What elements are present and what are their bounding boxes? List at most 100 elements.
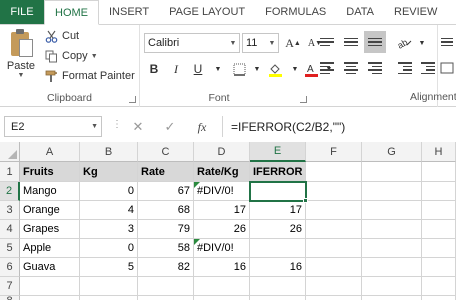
row-header-3[interactable]: 3 xyxy=(0,201,20,220)
merge-center-button[interactable] xyxy=(436,57,456,79)
select-all-button[interactable] xyxy=(0,142,20,162)
cell-e3[interactable]: 17 xyxy=(250,201,306,220)
chevron-down-icon[interactable]: ▼ xyxy=(208,59,228,79)
cell-b6[interactable]: 5 xyxy=(80,258,138,277)
row-header-8[interactable]: 8 xyxy=(0,295,20,300)
chevron-down-icon[interactable]: ▼ xyxy=(227,34,239,52)
cell-c5[interactable]: 58 xyxy=(138,239,194,258)
cell-h8[interactable] xyxy=(422,296,456,300)
chevron-down-icon[interactable]: ▼ xyxy=(91,53,98,60)
dialog-launcher-icon[interactable] xyxy=(129,96,136,103)
column-header-d[interactable]: D xyxy=(194,142,250,162)
tab-insert[interactable]: INSERT xyxy=(99,0,159,24)
cancel-button[interactable]: ✕ xyxy=(128,117,148,137)
font-family-select[interactable]: Calibri ▼ xyxy=(144,33,240,53)
cell-b1[interactable]: Kg xyxy=(80,162,138,182)
row-header-4[interactable]: 4 xyxy=(0,220,20,239)
cell-d6[interactable]: 16 xyxy=(194,258,250,277)
name-box[interactable]: E2 ▼ xyxy=(4,116,102,137)
cell-f4[interactable] xyxy=(306,220,362,239)
tab-file[interactable]: FILE xyxy=(0,0,44,24)
cell-d2[interactable]: #DIV/0! xyxy=(194,182,250,201)
row-header-5[interactable]: 5 xyxy=(0,239,20,258)
cell-f2[interactable] xyxy=(306,182,362,201)
cell-e8[interactable] xyxy=(250,296,306,300)
cell-a1[interactable]: Fruits xyxy=(20,162,80,182)
cell-e7[interactable] xyxy=(250,277,306,296)
chevron-down-icon[interactable]: ▼ xyxy=(412,33,432,53)
tab-formulas[interactable]: FORMULAS xyxy=(255,0,336,24)
chevron-down-icon[interactable]: ▼ xyxy=(91,123,98,130)
align-right-button[interactable] xyxy=(364,57,386,79)
column-header-g[interactable]: G xyxy=(362,142,422,162)
column-header-h[interactable]: H xyxy=(422,142,456,162)
paste-button[interactable]: Paste ▼ xyxy=(4,28,38,84)
cell-e1[interactable]: IFERROR xyxy=(250,162,306,182)
format-painter-button[interactable]: Format Painter xyxy=(44,67,135,85)
decrease-indent-button[interactable] xyxy=(394,57,416,79)
copy-button[interactable]: Copy ▼ xyxy=(44,47,98,65)
cell-f3[interactable] xyxy=(306,201,362,220)
cell-d5[interactable]: #DIV/0! xyxy=(194,239,250,258)
tab-home[interactable]: HOME xyxy=(44,0,99,25)
cell-g4[interactable] xyxy=(362,220,422,239)
cell-f7[interactable] xyxy=(306,277,362,296)
bold-button[interactable]: B xyxy=(144,59,164,79)
chevron-down-icon[interactable]: ▼ xyxy=(247,59,267,79)
cell-g2[interactable] xyxy=(362,182,422,201)
row-header-7[interactable]: 7 xyxy=(0,277,20,296)
underline-button[interactable]: U xyxy=(188,59,208,79)
cell-c4[interactable]: 79 xyxy=(138,220,194,239)
formula-input[interactable]: =IFERROR(C2/B2,"") xyxy=(222,116,456,137)
cell-e4[interactable]: 26 xyxy=(250,220,306,239)
formula-bar-grip-icon[interactable]: ⋮ xyxy=(112,119,122,130)
cell-c7[interactable] xyxy=(138,277,194,296)
tab-data[interactable]: DATA xyxy=(336,0,384,24)
cell-g5[interactable] xyxy=(362,239,422,258)
chevron-down-icon[interactable]: ▼ xyxy=(4,72,38,79)
cell-h1[interactable] xyxy=(422,162,456,182)
cell-d3[interactable]: 17 xyxy=(194,201,250,220)
cell-a4[interactable]: Grapes xyxy=(20,220,80,239)
middle-align-button[interactable] xyxy=(340,31,362,53)
enter-button[interactable]: ✓ xyxy=(160,117,180,137)
cell-a5[interactable]: Apple xyxy=(20,239,80,258)
font-size-select[interactable]: 11 ▼ xyxy=(242,33,279,53)
cell-g3[interactable] xyxy=(362,201,422,220)
cell-b3[interactable]: 4 xyxy=(80,201,138,220)
cell-c3[interactable]: 68 xyxy=(138,201,194,220)
cell-a8[interactable] xyxy=(20,296,80,300)
align-center-button[interactable] xyxy=(340,57,362,79)
cell-e2[interactable] xyxy=(249,181,307,202)
column-header-a[interactable]: A xyxy=(20,142,80,162)
cell-h4[interactable] xyxy=(422,220,456,239)
cell-a7[interactable] xyxy=(20,277,80,296)
cell-d1[interactable]: Rate/Kg xyxy=(194,162,250,182)
cell-b5[interactable]: 0 xyxy=(80,239,138,258)
cell-e5[interactable] xyxy=(250,239,306,258)
cell-c1[interactable]: Rate xyxy=(138,162,194,182)
cell-d8[interactable] xyxy=(194,296,250,300)
cell-f1[interactable] xyxy=(306,162,362,182)
cell-e6[interactable]: 16 xyxy=(250,258,306,277)
cell-a2[interactable]: Mango xyxy=(20,182,80,201)
cell-h6[interactable] xyxy=(422,258,456,277)
wrap-text-button[interactable] xyxy=(436,31,456,53)
cell-b7[interactable] xyxy=(80,277,138,296)
cell-g8[interactable] xyxy=(362,296,422,300)
column-header-e[interactable]: E xyxy=(250,142,306,162)
cell-b4[interactable]: 3 xyxy=(80,220,138,239)
cell-g7[interactable] xyxy=(362,277,422,296)
column-header-f[interactable]: F xyxy=(306,142,362,162)
bottom-align-button[interactable] xyxy=(364,31,386,53)
cell-f8[interactable] xyxy=(306,296,362,300)
cell-c2[interactable]: 67 xyxy=(138,182,194,201)
cell-d7[interactable] xyxy=(194,277,250,296)
align-left-button[interactable] xyxy=(316,57,338,79)
borders-button[interactable] xyxy=(229,59,249,79)
fill-color-button[interactable] xyxy=(265,59,285,79)
cell-g6[interactable] xyxy=(362,258,422,277)
cell-c8[interactable] xyxy=(138,296,194,300)
column-header-c[interactable]: C xyxy=(138,142,194,162)
italic-button[interactable]: I xyxy=(166,59,186,79)
